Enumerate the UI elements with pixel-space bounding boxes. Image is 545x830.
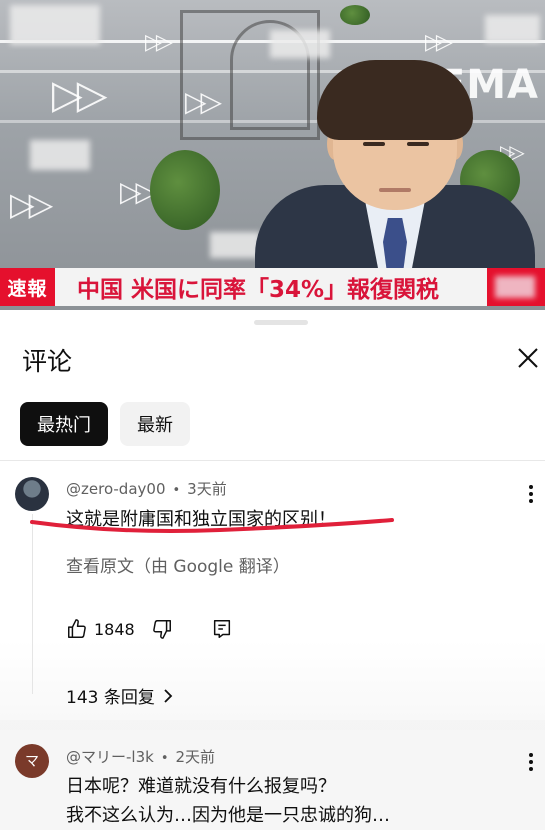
chip-top[interactable]: 最热门 bbox=[20, 402, 108, 446]
close-icon bbox=[518, 348, 538, 368]
blurred-region bbox=[30, 140, 90, 170]
comment-time: 2天前 bbox=[175, 748, 216, 766]
like-count: 1848 bbox=[94, 619, 135, 639]
plant bbox=[340, 5, 370, 25]
reply-icon bbox=[213, 620, 230, 638]
chip-newest[interactable]: 最新 bbox=[120, 402, 190, 446]
comment-actions: 1848 bbox=[66, 618, 233, 640]
presenter-eye bbox=[363, 142, 385, 146]
blurred-region bbox=[485, 15, 540, 43]
news-headline: 中国 米国に同率「34%」報復関税 bbox=[77, 277, 440, 303]
close-button[interactable] bbox=[512, 342, 544, 374]
translate-link[interactable]: 查看原文（由 Google 翻译） bbox=[66, 552, 290, 577]
comment-time: 3天前 bbox=[187, 480, 227, 498]
replies-count: 143 条回复 bbox=[66, 688, 155, 708]
presenter-eye bbox=[407, 142, 429, 146]
comment-author[interactable]: @zero-day00 bbox=[66, 480, 166, 498]
comment-text: 我不这么认为…因为他是一只忠诚的狗… bbox=[66, 805, 390, 826]
comment-meta: @zero-day00 • 3天前 bbox=[66, 478, 227, 499]
meta-separator: • bbox=[172, 483, 181, 498]
avatar[interactable]: マ bbox=[15, 744, 49, 778]
thumbs-up-icon bbox=[68, 619, 86, 638]
arrow-decoration-icon: ▷▷ bbox=[185, 85, 222, 118]
video-player[interactable]: ▷▷ ▷▷ ▷▷ ▷▷ ▷▷ ▷▷ ▷▷ DEMA 速報 中国 米国に同率「34… bbox=[0, 0, 545, 310]
blurred-region bbox=[495, 276, 535, 298]
more-options-button[interactable] bbox=[521, 750, 541, 774]
meta-separator: • bbox=[160, 751, 169, 766]
red-underline-annotation bbox=[30, 518, 394, 533]
presenter-mouth bbox=[379, 188, 411, 192]
dislike-button[interactable] bbox=[151, 618, 173, 640]
sort-chips: 最热门 最新 bbox=[20, 402, 190, 446]
chevron-right-icon bbox=[164, 688, 173, 703]
view-replies-link[interactable]: 143 条回复 bbox=[66, 683, 173, 708]
arrow-decoration-icon: ▷▷ bbox=[52, 72, 107, 118]
comments-sheet: 评论 最热门 最新 @zero-day00 • 3天前 这就是附庸国和独立国家的区别… bbox=[0, 310, 545, 830]
more-vert-icon bbox=[529, 753, 533, 757]
comment-meta: @マリー-l3k • 2天前 bbox=[66, 746, 215, 767]
breaking-news-banner: 速報 中国 米国に同率「34%」報復関税 bbox=[0, 268, 545, 306]
more-options-button[interactable] bbox=[521, 482, 541, 506]
sheet-title: 评论 bbox=[22, 347, 73, 376]
comment-author[interactable]: @マリー-l3k bbox=[66, 748, 154, 766]
news-presenter bbox=[255, 40, 535, 298]
more-vert-icon bbox=[529, 485, 533, 489]
like-button[interactable] bbox=[66, 618, 88, 640]
avatar-letter: マ bbox=[25, 754, 39, 770]
plant bbox=[150, 150, 220, 230]
avatar[interactable] bbox=[15, 477, 49, 511]
blurred-region bbox=[210, 232, 260, 258]
thread-line bbox=[32, 514, 33, 694]
presenter-hair bbox=[317, 60, 473, 140]
arrow-decoration-icon: ▷▷ bbox=[120, 175, 157, 208]
divider bbox=[0, 460, 545, 461]
banner-corner-logo bbox=[487, 268, 545, 306]
arrow-decoration-icon: ▷▷ bbox=[145, 30, 173, 55]
reply-button[interactable] bbox=[211, 618, 233, 640]
comment-text: 日本呢？难道就没有什么报复吗？ bbox=[66, 776, 336, 797]
thumbs-down-icon bbox=[152, 620, 171, 639]
drag-handle[interactable] bbox=[254, 320, 308, 325]
breaking-tag: 速報 bbox=[0, 268, 55, 306]
blurred-region bbox=[10, 5, 100, 45]
arrow-decoration-icon: ▷▷ bbox=[10, 185, 53, 223]
